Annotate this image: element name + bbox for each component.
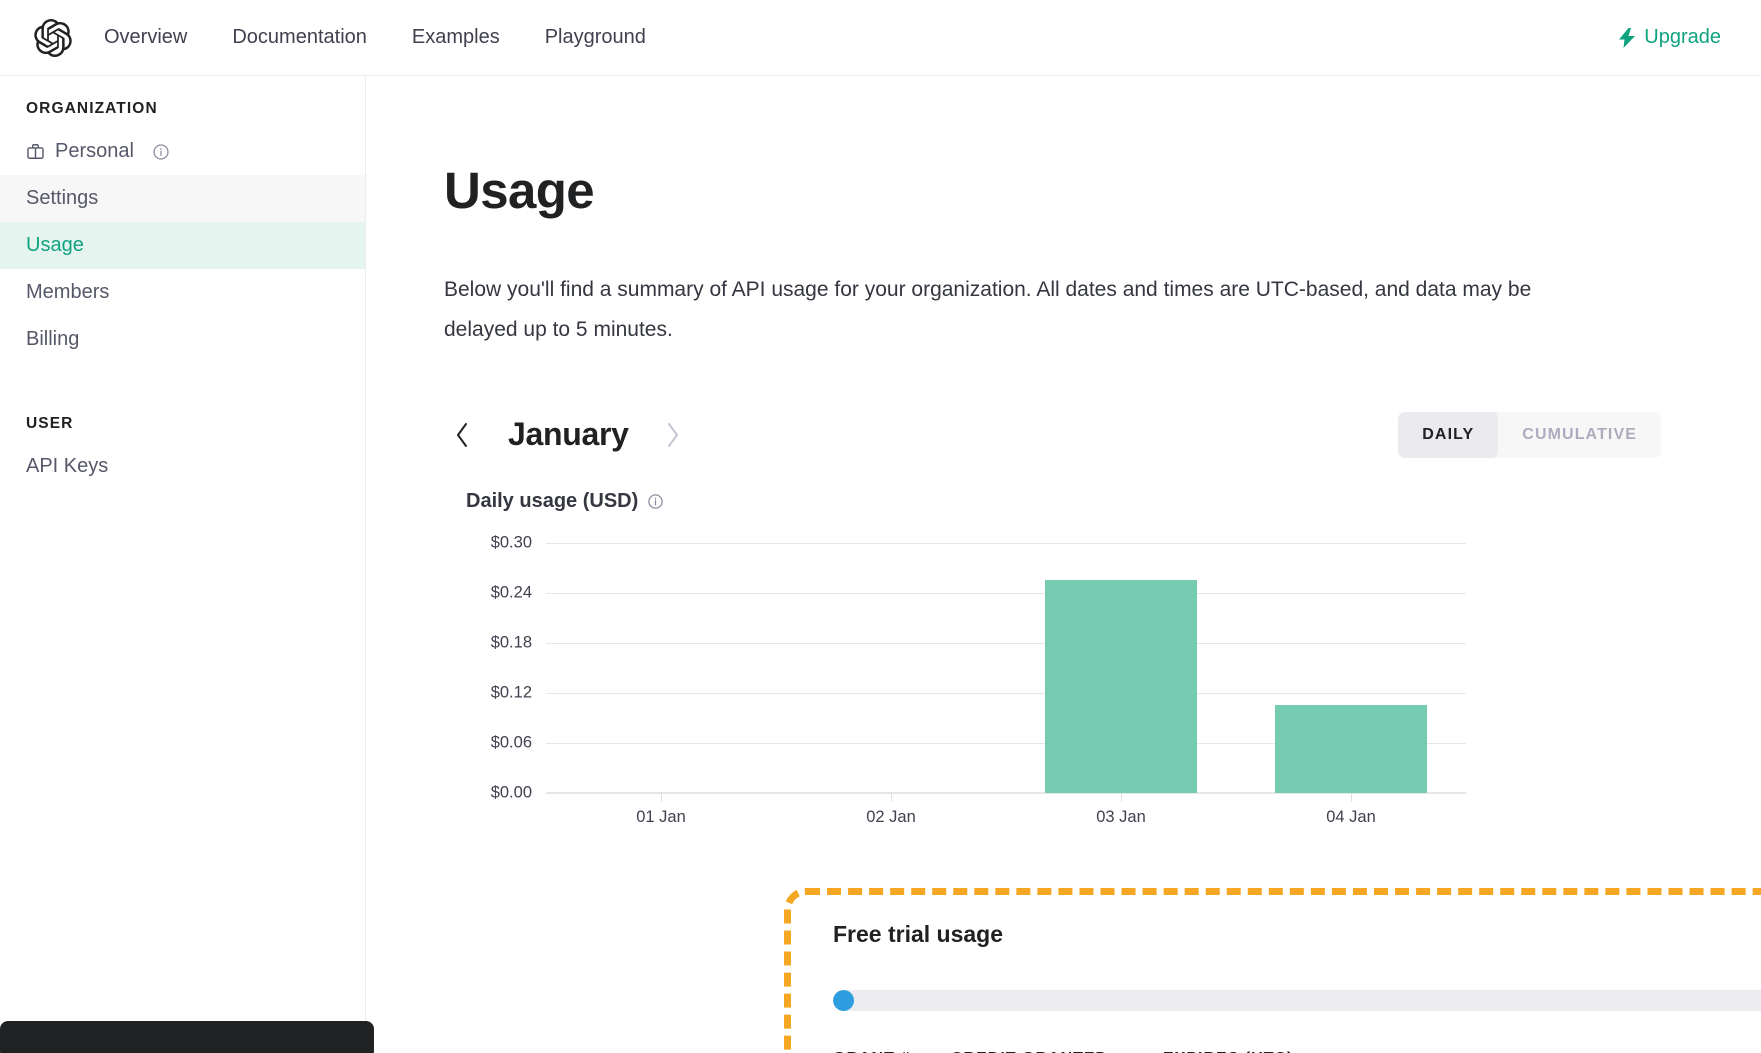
usage-page: Overview Documentation Examples Playgrou…	[0, 0, 1761, 1053]
chevron-right-icon[interactable]	[655, 417, 691, 453]
free-trial-progress-row: $0.36 / $18.00	[833, 986, 1761, 1014]
nav-item-overview[interactable]: Overview	[104, 26, 187, 49]
sidebar-item-settings-label: Settings	[26, 187, 99, 209]
gridline	[546, 792, 1466, 794]
free-trial-usage-card: Free trial usage $0.36 / $18.00 GRANT # …	[784, 888, 1761, 1053]
main-content: Usage Below you'll find a summary of API…	[366, 76, 1761, 1053]
chart-bar-cell[interactable]: 03 Jan	[1006, 543, 1236, 826]
chart-bar-cell[interactable]: 04 Jan	[1236, 543, 1466, 826]
y-axis-tick-label: $0.18	[490, 633, 532, 652]
sidebar-item-members[interactable]: Members	[0, 269, 365, 316]
x-axis-tick-mark	[1121, 792, 1122, 802]
x-axis-tick-mark	[661, 792, 662, 802]
daily-usage-bar-chart: $0.00 $0.06 $0.12 $0.18 $0.24 $0.30 01 Jan 02 …	[466, 533, 1476, 835]
free-trial-progress-bar[interactable]	[833, 989, 1761, 1011]
page-body: ORGANIZATION Personal Settings Usage Mem…	[0, 76, 1761, 1053]
chart-caption-label: Daily usage (USD)	[466, 489, 639, 512]
openai-logo-icon[interactable]	[34, 18, 72, 57]
x-axis-tick-label: 01 Jan	[636, 807, 686, 826]
sidebar-item-api-keys-label: API Keys	[26, 455, 109, 477]
chart-plot-area: $0.00 $0.06 $0.12 $0.18 $0.24 $0.30 01 Jan 02 …	[491, 533, 1466, 826]
lightning-bolt-icon	[1619, 27, 1636, 48]
sidebar-item-members-label: Members	[26, 281, 110, 303]
x-axis-tick-label: 04 Jan	[1326, 807, 1376, 826]
tab-daily[interactable]: DAILY	[1398, 411, 1499, 458]
sidebar-item-settings[interactable]: Settings	[0, 175, 365, 222]
chart-bar-cell[interactable]: 02 Jan	[776, 543, 1006, 826]
y-axis-tick-label: $0.24	[490, 583, 532, 602]
top-navigation-bar: Overview Documentation Examples Playgrou…	[0, 0, 1761, 76]
sidebar-heading-user: USER	[26, 415, 74, 432]
chevron-left-icon[interactable]	[444, 417, 480, 453]
chart-bars: 01 Jan 02 Jan 03 Jan 04 Jan	[546, 543, 1466, 826]
main-inner: Usage Below you'll find a summary of API…	[366, 76, 1761, 835]
y-axis-tick-label: $0.30	[490, 533, 532, 552]
y-axis-tick-label: $0.06	[490, 733, 532, 752]
chart-bar-cell[interactable]: 01 Jan	[546, 543, 776, 826]
sidebar: ORGANIZATION Personal Settings Usage Mem…	[0, 76, 374, 1053]
chart-caption: Daily usage (USD)	[466, 490, 1701, 513]
info-circle-icon[interactable]	[152, 143, 170, 161]
x-axis-tick-mark	[891, 792, 892, 802]
info-circle-icon[interactable]	[647, 493, 664, 510]
bottom-toast[interactable]	[0, 1021, 374, 1053]
view-toggle: DAILY CUMULATIVE	[1398, 411, 1661, 458]
upgrade-label: Upgrade	[1644, 26, 1721, 48]
upgrade-button[interactable]: Upgrade	[1619, 26, 1721, 49]
y-axis-tick-label: $0.12	[490, 683, 532, 702]
page-description: Below you'll find a summary of API usage…	[444, 277, 1532, 341]
x-axis-tick-mark	[1351, 792, 1352, 802]
y-axis-tick-label: $0.00	[490, 783, 532, 802]
x-axis-tick-label: 03 Jan	[1096, 807, 1146, 826]
sidebar-item-usage[interactable]: Usage	[0, 222, 365, 269]
sidebar-item-billing-label: Billing	[26, 328, 80, 350]
nav-item-examples[interactable]: Examples	[412, 26, 500, 49]
free-trial-progress-fill	[833, 989, 855, 1011]
current-month-label: January	[508, 416, 629, 453]
tab-cumulative[interactable]: CUMULATIVE	[1498, 411, 1661, 458]
sidebar-item-personal[interactable]: Personal	[0, 128, 365, 175]
sidebar-item-api-keys[interactable]: API Keys	[0, 443, 365, 490]
chart-bar[interactable]	[1275, 705, 1427, 793]
sidebar-item-usage-label: Usage	[26, 234, 84, 256]
nav-item-playground[interactable]: Playground	[545, 26, 646, 49]
page-title: Usage	[444, 162, 595, 219]
bottom-toast-text	[0, 1021, 374, 1039]
x-axis-tick-label: 02 Jan	[866, 807, 916, 826]
nav-item-documentation[interactable]: Documentation	[232, 26, 367, 49]
sidebar-heading-organization: ORGANIZATION	[26, 100, 158, 117]
month-navigation-row: January DAILY CUMULATIVE	[444, 408, 1701, 462]
sidebar-item-billing[interactable]: Billing	[0, 316, 365, 363]
chart-bar[interactable]	[1045, 580, 1197, 793]
briefcase-icon	[27, 144, 44, 159]
sidebar-item-personal-label: Personal	[55, 140, 134, 162]
main-nav: Overview Documentation Examples Playgrou…	[104, 26, 646, 49]
free-trial-title: Free trial usage	[833, 921, 1004, 947]
